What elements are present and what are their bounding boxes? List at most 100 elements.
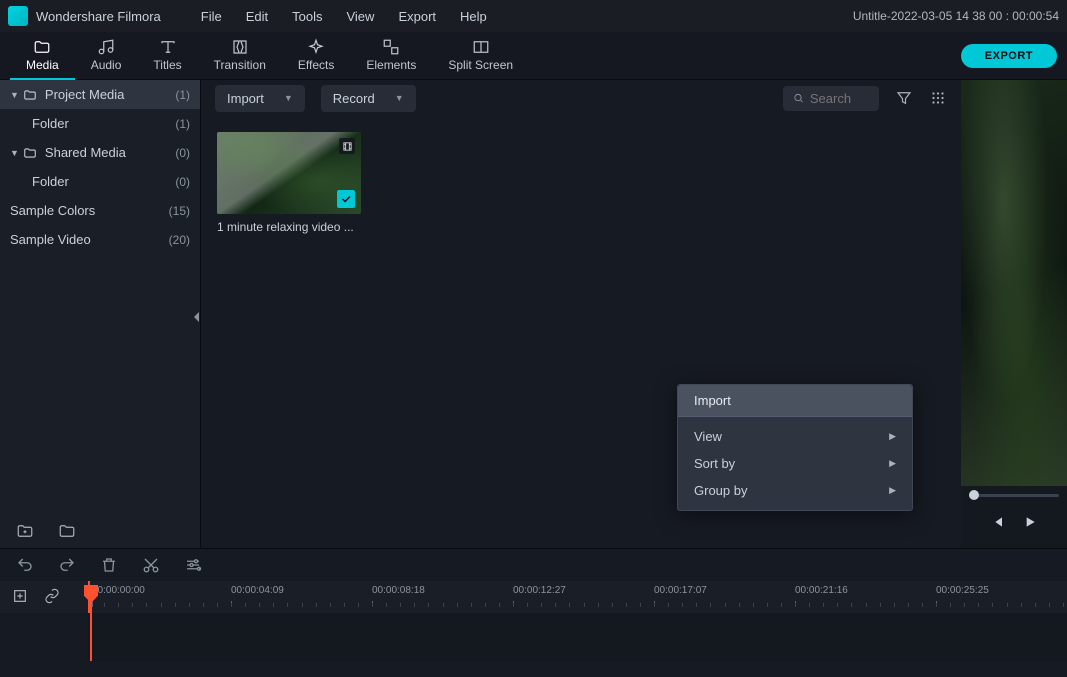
sidebar-item-sample-colors[interactable]: Sample Colors (15)	[0, 196, 200, 225]
delete-button[interactable]	[100, 556, 118, 574]
prev-frame-button[interactable]	[990, 514, 1006, 530]
sidebar-item-count: (1)	[175, 117, 190, 131]
ruler-tick: 00:00:00:00	[92, 585, 145, 596]
menu-bar: File Edit Tools View Export Help	[191, 4, 497, 29]
sidebar-item-count: (0)	[175, 175, 190, 189]
preview-canvas[interactable]	[961, 80, 1067, 486]
tab-label: Media	[26, 58, 59, 72]
menu-help[interactable]: Help	[450, 4, 497, 29]
sidebar-item-label: Folder	[32, 174, 69, 189]
timeline-track[interactable]	[0, 613, 1067, 661]
document-title: Untitle-2022-03-05 14 38 00 : 00:00:54	[853, 9, 1059, 23]
folder-icon	[23, 88, 37, 102]
tab-audio[interactable]: Audio	[75, 32, 138, 80]
cut-button[interactable]	[142, 556, 160, 574]
chevron-down-icon: ▼	[284, 93, 293, 103]
ruler[interactable]: 00:00:00:00 00:00:04:09 00:00:08:18 00:0…	[88, 581, 1067, 613]
content-toolbar: Import ▼ Record ▼	[201, 80, 961, 116]
timeline-toolbar	[0, 549, 1067, 581]
chevron-right-icon: ▶	[889, 458, 896, 469]
tab-transition[interactable]: Transition	[198, 32, 282, 80]
tab-titles[interactable]: Titles	[137, 32, 197, 80]
context-item-label: View	[694, 429, 722, 444]
tab-elements[interactable]: Elements	[350, 32, 432, 80]
add-track-button[interactable]	[12, 588, 30, 606]
ruler-tick: 00:00:12:27	[513, 585, 566, 596]
transition-icon	[231, 38, 249, 56]
folder-icon	[23, 146, 37, 160]
menu-tools[interactable]: Tools	[282, 4, 332, 29]
sidebar-item-count: (1)	[175, 88, 190, 102]
playhead[interactable]	[90, 585, 92, 661]
media-grid[interactable]: 1 minute relaxing video ... Import View …	[201, 116, 961, 548]
scrubber-knob[interactable]	[969, 490, 979, 500]
preview-controls	[961, 504, 1067, 540]
sidebar-item-count: (15)	[169, 204, 190, 218]
timeline-ruler[interactable]: 00:00:00:00 00:00:04:09 00:00:08:18 00:0…	[0, 581, 1067, 613]
chevron-down-icon: ▼	[10, 90, 19, 100]
chevron-down-icon: ▼	[10, 148, 19, 158]
menu-view[interactable]: View	[336, 4, 384, 29]
preview-panel	[961, 80, 1067, 548]
tab-label: Titles	[153, 58, 181, 72]
tab-media[interactable]: Media	[10, 32, 75, 80]
sidebar-item-label: Folder	[32, 116, 69, 131]
app-logo-icon	[8, 6, 28, 26]
context-menu-item-view[interactable]: View ▶	[678, 423, 912, 450]
context-item-label: Sort by	[694, 456, 735, 471]
tab-label: Transition	[214, 58, 266, 72]
folder-icon	[33, 38, 51, 56]
sidebar-item-label: Shared Media	[45, 145, 126, 160]
filter-icon[interactable]	[895, 89, 913, 107]
media-item[interactable]: 1 minute relaxing video ...	[217, 132, 361, 234]
link-button[interactable]	[44, 588, 62, 606]
context-menu-item-group-by[interactable]: Group by ▶	[678, 477, 912, 504]
sidebar-item-shared-media[interactable]: ▼ Shared Media (0)	[0, 138, 200, 167]
search-icon	[793, 91, 804, 105]
adjust-button[interactable]	[184, 556, 202, 574]
sidebar-item-folder[interactable]: Folder (0)	[0, 167, 200, 196]
content-panel: Import ▼ Record ▼	[200, 80, 961, 548]
menu-file[interactable]: File	[191, 4, 232, 29]
export-button[interactable]: EXPORT	[961, 44, 1057, 68]
media-item-label: 1 minute relaxing video ...	[217, 220, 361, 234]
title-bar: Wondershare Filmora File Edit Tools View…	[0, 0, 1067, 32]
sidebar-item-sample-video[interactable]: Sample Video (20)	[0, 225, 200, 254]
chevron-right-icon: ▶	[889, 485, 896, 496]
undo-button[interactable]	[16, 556, 34, 574]
sidebar-item-folder[interactable]: Folder (1)	[0, 109, 200, 138]
redo-button[interactable]	[58, 556, 76, 574]
app-name: Wondershare Filmora	[36, 9, 161, 24]
text-icon	[159, 38, 177, 56]
tab-label: Split Screen	[448, 58, 513, 72]
context-menu-item-import[interactable]: Import	[678, 385, 912, 417]
record-dropdown[interactable]: Record ▼	[321, 85, 416, 112]
chevron-down-icon: ▼	[395, 93, 404, 103]
ruler-tick: 00:00:08:18	[372, 585, 425, 596]
ruler-tick: 00:00:04:09	[231, 585, 284, 596]
sparkle-icon	[307, 38, 325, 56]
search-input[interactable]	[810, 91, 869, 106]
sidebar-item-label: Sample Colors	[10, 203, 95, 218]
menu-export[interactable]: Export	[388, 4, 446, 29]
film-icon	[339, 138, 355, 154]
tab-split-screen[interactable]: Split Screen	[432, 32, 529, 80]
main-area: ▼ Project Media (1) Folder (1) ▼ Shared …	[0, 80, 1067, 548]
play-button[interactable]	[1022, 514, 1038, 530]
folder-icon[interactable]	[58, 522, 76, 540]
grid-view-icon[interactable]	[929, 89, 947, 107]
media-thumbnail[interactable]	[217, 132, 361, 214]
preview-scrubber[interactable]	[961, 486, 1067, 504]
menu-edit[interactable]: Edit	[236, 4, 278, 29]
tool-tabs: Media Audio Titles Transition Effects El…	[0, 32, 1067, 80]
new-folder-icon[interactable]	[16, 522, 34, 540]
chevron-right-icon: ▶	[889, 431, 896, 442]
tab-effects[interactable]: Effects	[282, 32, 350, 80]
ruler-tick: 00:00:17:07	[654, 585, 707, 596]
search-box[interactable]	[783, 86, 879, 111]
context-menu-item-sort-by[interactable]: Sort by ▶	[678, 450, 912, 477]
dropdown-label: Record	[333, 91, 375, 106]
sidebar-item-project-media[interactable]: ▼ Project Media (1)	[0, 80, 200, 109]
import-dropdown[interactable]: Import ▼	[215, 85, 305, 112]
timeline-left-controls	[0, 581, 88, 613]
